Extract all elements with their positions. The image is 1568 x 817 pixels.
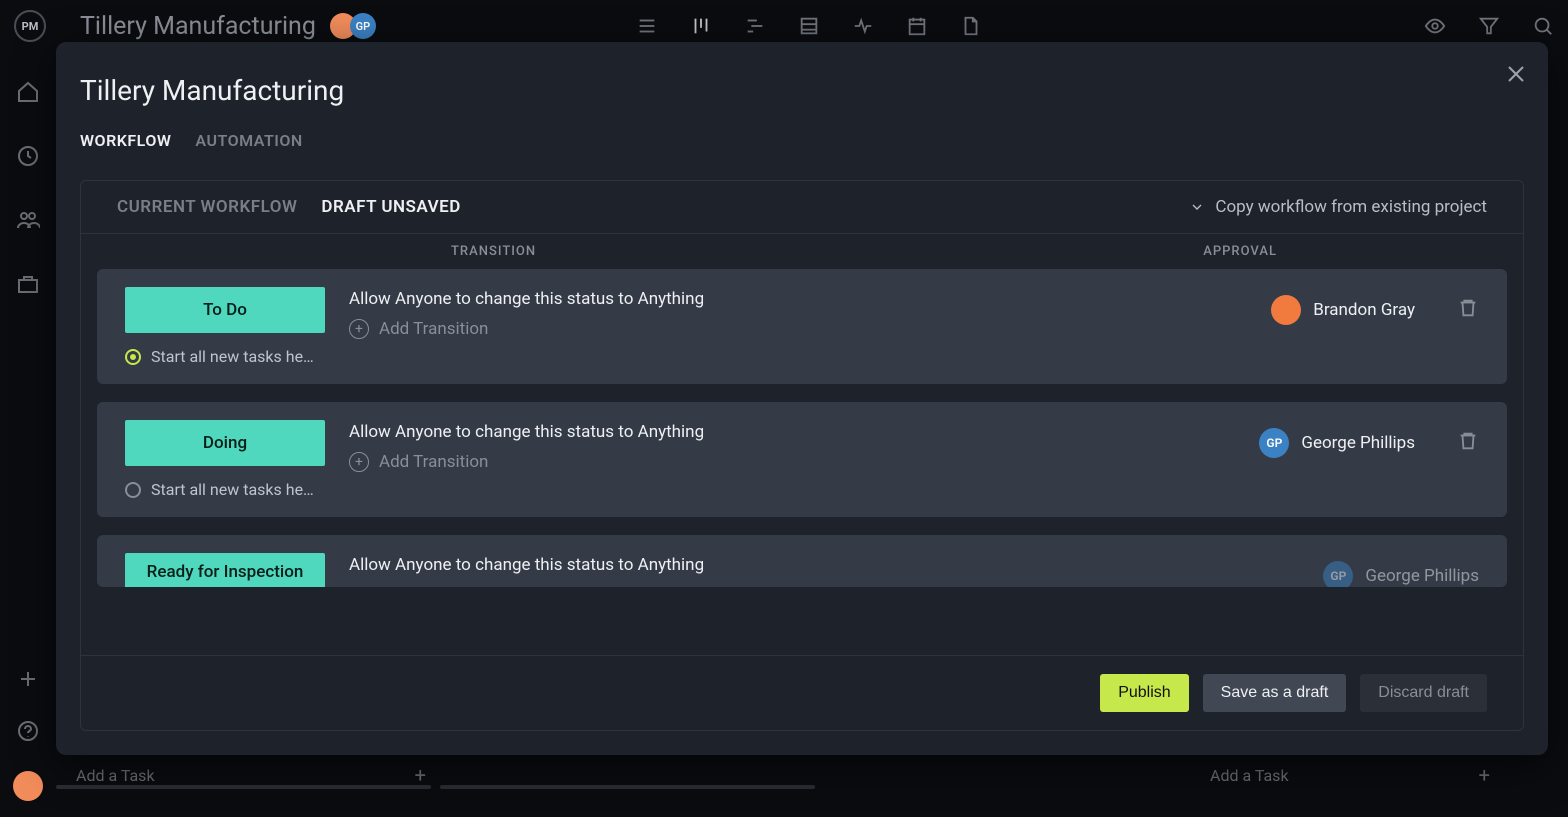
approver-name: Brandon Gray bbox=[1313, 300, 1415, 320]
publish-button[interactable]: Publish bbox=[1100, 674, 1188, 712]
status-approval[interactable]: Brandon Gray bbox=[1271, 295, 1415, 325]
file-icon[interactable] bbox=[960, 15, 982, 37]
status-card-doing: Doing Start all new tasks he… Allow Anyo… bbox=[97, 402, 1507, 517]
add-transition-label: Add Transition bbox=[379, 452, 488, 472]
delete-status-button[interactable] bbox=[1457, 297, 1479, 319]
save-draft-button[interactable]: Save as a draft bbox=[1203, 674, 1347, 712]
avatar[interactable]: GP bbox=[350, 13, 376, 39]
sheet-icon[interactable] bbox=[798, 15, 820, 37]
status-pill[interactable]: Ready for Inspection bbox=[125, 553, 325, 587]
user-avatar[interactable] bbox=[13, 771, 43, 801]
search-icon[interactable] bbox=[1532, 15, 1554, 37]
chevron-down-icon bbox=[1189, 199, 1205, 215]
workflow-modal: Tillery Manufacturing WORKFLOW AUTOMATIO… bbox=[56, 42, 1548, 755]
status-card-todo: To Do Start all new tasks he… Allow Anyo… bbox=[97, 269, 1507, 384]
help-icon[interactable] bbox=[16, 719, 40, 743]
status-tabs: CURRENT WORKFLOW DRAFT UNSAVED bbox=[117, 197, 461, 217]
column-divider bbox=[440, 785, 815, 789]
filter-icon[interactable] bbox=[1478, 15, 1500, 37]
workflow-panel: CURRENT WORKFLOW DRAFT UNSAVED Copy work… bbox=[80, 180, 1524, 731]
add-task-label: Add a Task bbox=[1210, 766, 1289, 785]
close-button[interactable] bbox=[1504, 62, 1528, 86]
status-left: Doing Start all new tasks he… bbox=[125, 420, 325, 499]
status-pill[interactable]: To Do bbox=[125, 287, 325, 333]
plus-circle-icon: + bbox=[349, 452, 369, 472]
clock-icon[interactable] bbox=[16, 144, 40, 168]
discard-draft-button[interactable]: Discard draft bbox=[1360, 674, 1487, 712]
project-title: Tillery Manufacturing bbox=[80, 12, 316, 41]
list-icon[interactable] bbox=[636, 15, 658, 37]
app-logo[interactable]: PM bbox=[14, 10, 46, 42]
home-icon[interactable] bbox=[16, 80, 40, 104]
people-icon[interactable] bbox=[16, 208, 40, 232]
board-icon[interactable] bbox=[690, 15, 712, 37]
add-transition-label: Add Transition bbox=[379, 319, 488, 339]
header-avatars[interactable]: GP bbox=[336, 13, 376, 39]
add-transition-button[interactable]: + Add Transition bbox=[349, 452, 1235, 472]
view-switcher bbox=[636, 15, 982, 37]
modal-header: Tillery Manufacturing bbox=[56, 42, 1548, 107]
start-tasks-radio[interactable]: Start all new tasks he… bbox=[125, 347, 325, 366]
column-add-task[interactable]: Add a Task + bbox=[1210, 763, 1490, 787]
status-approval[interactable]: GP George Phillips bbox=[1323, 561, 1479, 587]
briefcase-icon[interactable] bbox=[16, 272, 40, 296]
copy-workflow-link[interactable]: Copy workflow from existing project bbox=[1189, 197, 1487, 217]
approver-name: George Phillips bbox=[1301, 433, 1415, 453]
columns-header: TRANSITION APPROVAL bbox=[81, 234, 1523, 269]
modal-title: Tillery Manufacturing bbox=[80, 74, 1524, 107]
column-add-task[interactable]: Add a Task + bbox=[76, 763, 426, 787]
tab-automation[interactable]: AUTOMATION bbox=[195, 131, 302, 164]
transition-desc: Allow Anyone to change this status to An… bbox=[349, 555, 1299, 575]
col-transition: TRANSITION bbox=[451, 244, 536, 259]
tab-workflow[interactable]: WORKFLOW bbox=[80, 131, 171, 164]
status-pill[interactable]: Doing bbox=[125, 420, 325, 466]
col-approval: APPROVAL bbox=[1203, 244, 1277, 259]
start-tasks-label: Start all new tasks he… bbox=[151, 347, 314, 366]
tab-draft-unsaved[interactable]: DRAFT UNSAVED bbox=[321, 197, 460, 217]
status-transitions: Allow Anyone to change this status to An… bbox=[349, 553, 1299, 575]
tab-current-workflow[interactable]: CURRENT WORKFLOW bbox=[117, 197, 297, 217]
calendar-icon[interactable] bbox=[906, 15, 928, 37]
start-tasks-label: Start all new tasks he… bbox=[151, 480, 314, 499]
radio-icon bbox=[125, 482, 141, 498]
header-tools bbox=[1424, 15, 1554, 37]
status-approval[interactable]: GP George Phillips bbox=[1259, 428, 1415, 458]
panel-top: CURRENT WORKFLOW DRAFT UNSAVED Copy work… bbox=[81, 181, 1523, 234]
panel-actions: Publish Save as a draft Discard draft bbox=[81, 655, 1523, 730]
status-left: To Do Start all new tasks he… bbox=[125, 287, 325, 366]
status-transitions: Allow Anyone to change this status to An… bbox=[349, 287, 1247, 339]
approver-avatar bbox=[1271, 295, 1301, 325]
eye-icon[interactable] bbox=[1424, 15, 1446, 37]
add-task-label: Add a Task bbox=[76, 766, 155, 785]
modal-tabs: WORKFLOW AUTOMATION bbox=[56, 131, 1548, 164]
copy-workflow-label: Copy workflow from existing project bbox=[1215, 197, 1487, 217]
approver-name: George Phillips bbox=[1365, 566, 1479, 586]
plus-icon: + bbox=[415, 763, 426, 787]
plus-icon: + bbox=[1479, 763, 1490, 787]
plus-circle-icon: + bbox=[349, 319, 369, 339]
column-divider bbox=[56, 785, 431, 789]
delete-status-button[interactable] bbox=[1457, 430, 1479, 452]
workflow-list: To Do Start all new tasks he… Allow Anyo… bbox=[81, 269, 1523, 655]
activity-icon[interactable] bbox=[852, 15, 874, 37]
close-icon bbox=[1504, 62, 1528, 86]
transition-desc: Allow Anyone to change this status to An… bbox=[349, 289, 1247, 309]
radio-icon bbox=[125, 349, 141, 365]
start-tasks-radio[interactable]: Start all new tasks he… bbox=[125, 480, 325, 499]
status-card-ready: Ready for Inspection Allow Anyone to cha… bbox=[97, 535, 1507, 587]
approver-avatar: GP bbox=[1323, 561, 1353, 587]
gantt-icon[interactable] bbox=[744, 15, 766, 37]
status-transitions: Allow Anyone to change this status to An… bbox=[349, 420, 1235, 472]
transition-desc: Allow Anyone to change this status to An… bbox=[349, 422, 1235, 442]
add-transition-button[interactable]: + Add Transition bbox=[349, 319, 1247, 339]
status-left: Ready for Inspection bbox=[125, 553, 325, 587]
approver-avatar: GP bbox=[1259, 428, 1289, 458]
app-sidebar bbox=[0, 52, 56, 817]
plus-icon[interactable] bbox=[16, 667, 40, 691]
